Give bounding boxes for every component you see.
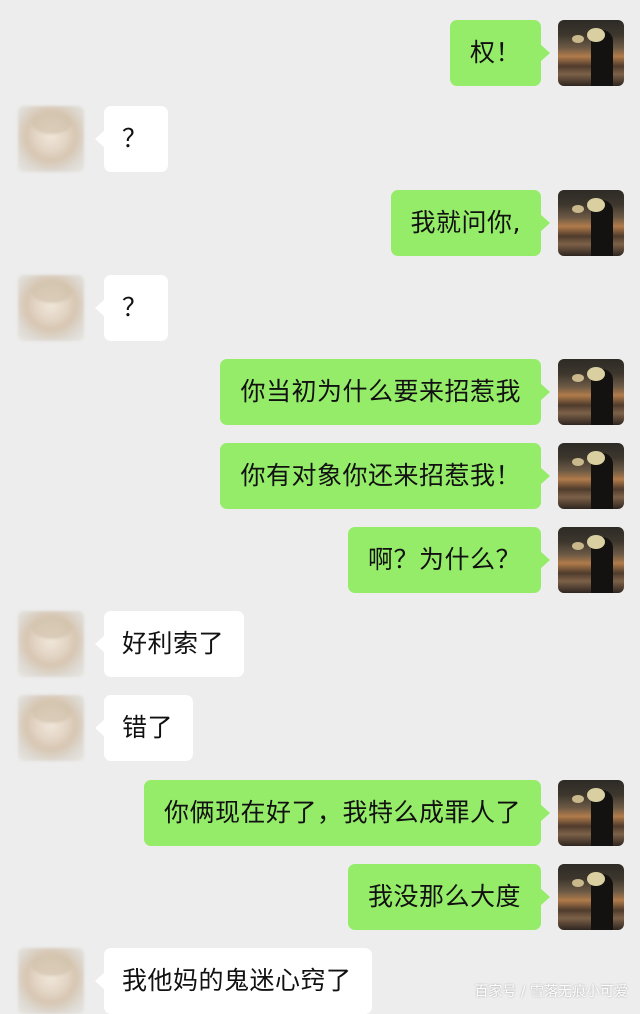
message-bubble[interactable]: 好利索了: [94, 611, 245, 677]
source-watermark: 百家号 / 雪落无痕小可爱: [474, 984, 628, 1000]
chat-message-received: 好利索了: [0, 611, 640, 677]
user-avatar[interactable]: [558, 443, 624, 509]
user-avatar[interactable]: [558, 359, 624, 425]
contact-avatar[interactable]: [18, 611, 84, 677]
message-bubble[interactable]: ？: [95, 106, 168, 172]
user-avatar[interactable]: [558, 190, 624, 256]
message-bubble[interactable]: ？: [95, 275, 168, 341]
user-avatar[interactable]: [558, 864, 624, 930]
chat-message-sent: 啊？为什么？: [0, 527, 640, 593]
chat-message-received: ？: [0, 275, 640, 341]
contact-avatar[interactable]: [18, 106, 84, 172]
message-bubble[interactable]: 我没那么大度: [347, 864, 551, 930]
user-avatar[interactable]: [558, 20, 624, 86]
chat-message-sent: 你有对象你还来招惹我！: [0, 443, 640, 509]
message-bubble[interactable]: 权！: [449, 20, 551, 86]
chat-message-sent: 你当初为什么要来招惹我: [0, 359, 640, 425]
message-bubble[interactable]: 你当初为什么要来招惹我: [220, 359, 550, 425]
user-avatar[interactable]: [558, 780, 624, 846]
message-bubble[interactable]: 我就问你,: [390, 190, 551, 256]
chat-message-received: 错了: [0, 695, 640, 761]
message-bubble[interactable]: 你有对象你还来招惹我！: [220, 443, 550, 509]
message-bubble[interactable]: 错了: [94, 695, 194, 761]
chat-message-sent: 权！: [0, 20, 640, 86]
chat-message-sent: 我没那么大度: [0, 864, 640, 930]
message-bubble[interactable]: 啊？为什么？: [347, 527, 551, 593]
contact-avatar[interactable]: [18, 948, 84, 1014]
message-bubble[interactable]: 我他妈的鬼迷心窍了: [95, 948, 372, 1014]
chat-message-sent: 我就问你,: [0, 190, 640, 256]
chat-message-sent: 你俩现在好了，我特么成罪人了: [0, 780, 640, 846]
chat-message-list[interactable]: 权！ ？ 我就问你, ？ 你当初为什么要来招惹我 你有对象你还来招惹我！ 啊？为…: [0, 0, 640, 1014]
contact-avatar[interactable]: [18, 275, 84, 341]
user-avatar[interactable]: [558, 527, 624, 593]
chat-message-received: ？: [0, 106, 640, 172]
contact-avatar[interactable]: [18, 695, 84, 761]
message-bubble[interactable]: 你俩现在好了，我特么成罪人了: [143, 780, 551, 846]
